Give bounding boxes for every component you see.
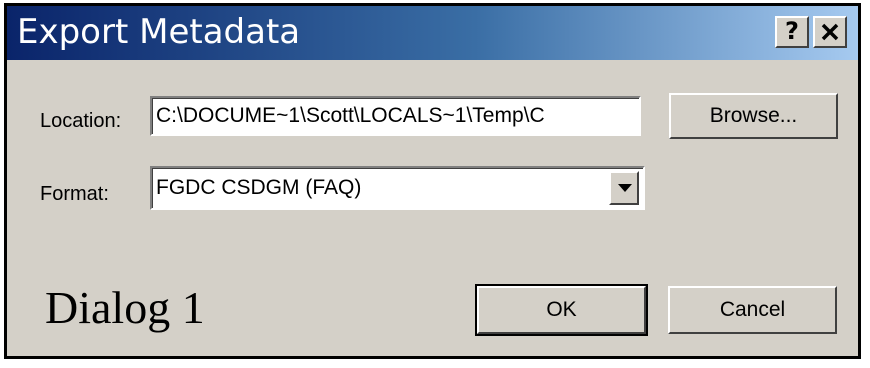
close-icon: [821, 19, 839, 47]
location-label: Location:: [40, 110, 122, 132]
location-value: C:\DOCUME~1\Scott\LOCALS~1\Temp\C: [156, 104, 545, 127]
format-dropdown-button[interactable]: [609, 171, 639, 205]
format-select[interactable]: FGDC CSDGM (FAQ): [150, 166, 645, 210]
help-button[interactable]: ?: [775, 16, 809, 48]
title-bar[interactable]: Export Metadata ?: [7, 6, 858, 60]
dialog-caption: Dialog 1: [45, 282, 205, 333]
format-selected-value: FGDC CSDGM (FAQ): [156, 176, 362, 199]
ok-button[interactable]: OK: [475, 284, 648, 336]
format-label: Format:: [40, 183, 109, 205]
location-input[interactable]: C:\DOCUME~1\Scott\LOCALS~1\Temp\C: [150, 96, 641, 136]
window-title: Export Metadata: [17, 12, 301, 52]
browse-button[interactable]: Browse...: [669, 93, 838, 139]
export-metadata-dialog: Export Metadata ? Location: C:\DOCUME~1\…: [4, 3, 861, 359]
close-button[interactable]: [813, 16, 847, 48]
cancel-button[interactable]: Cancel: [668, 286, 837, 334]
